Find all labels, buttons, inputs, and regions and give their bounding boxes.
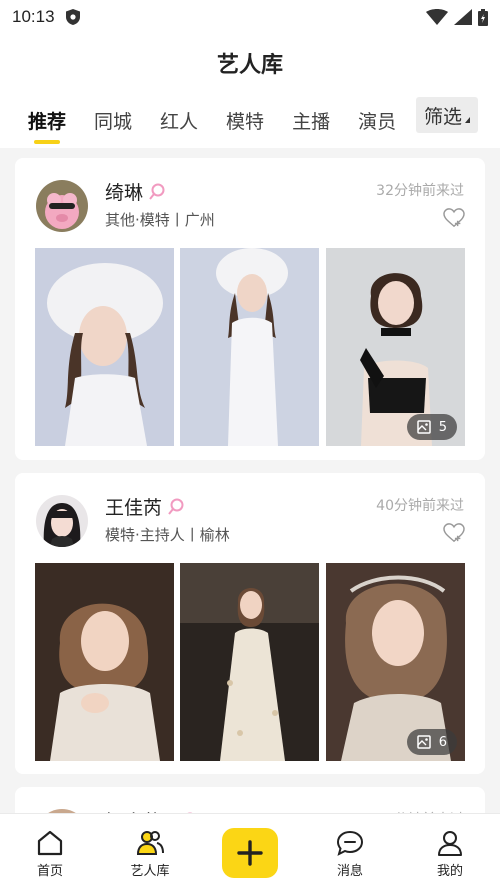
favorite-icon[interactable]: [443, 523, 465, 543]
nav-profile[interactable]: 我的: [410, 814, 490, 888]
artist-name: 绮琳: [105, 182, 144, 204]
last-seen-time: 32分钟前来过: [376, 183, 464, 199]
status-bar: 10:13: [0, 0, 500, 34]
artists-icon: [136, 831, 164, 855]
signal-icon: [454, 9, 472, 25]
female-icon: [149, 183, 165, 200]
photo-count: 6: [438, 734, 447, 750]
tab-influencer[interactable]: 红人: [160, 92, 198, 148]
avatar[interactable]: [36, 495, 88, 547]
page-title: 艺人库: [216, 53, 283, 78]
app-header: 艺人库: [0, 34, 500, 92]
artist-photo[interactable]: 6: [326, 563, 465, 761]
favorite-icon[interactable]: [443, 208, 465, 228]
photo-count-badge: 6: [406, 729, 457, 755]
avatar[interactable]: [36, 180, 88, 232]
status-time: 10:13: [12, 7, 55, 26]
tab-recommended[interactable]: 推荐: [28, 92, 66, 148]
category-tabs: 推荐 同城 红人 模特 主播 演员 筛选: [0, 92, 500, 148]
caret-icon: [465, 117, 470, 123]
artist-photo[interactable]: 5: [326, 248, 465, 446]
nav-artists[interactable]: 艺人库: [110, 814, 190, 888]
gallery-icon: [416, 420, 431, 434]
message-icon: [336, 830, 364, 856]
plus-icon: [237, 840, 263, 866]
filter-button[interactable]: 筛选: [415, 97, 478, 133]
nav-label: 艺人库: [130, 864, 170, 879]
nav-messages[interactable]: 消息: [310, 814, 390, 888]
last-seen-time: 40分钟前来过: [376, 498, 464, 514]
tab-actor[interactable]: 演员: [358, 92, 396, 148]
home-icon: [37, 830, 63, 856]
female-icon: [168, 498, 184, 515]
status-indicators: [426, 8, 488, 26]
photo-count: 5: [438, 419, 447, 435]
artist-tags: 其他·模特丨广州: [105, 211, 215, 229]
artist-card[interactable]: 绮琳 其他·模特丨广州 32分钟前来过 5: [15, 158, 485, 460]
gallery-icon: [416, 735, 431, 749]
tab-streamer[interactable]: 主播: [292, 92, 330, 148]
filter-label: 筛选: [423, 105, 462, 128]
create-button[interactable]: [222, 828, 278, 878]
artist-photo[interactable]: [180, 248, 319, 446]
nav-label: 我的: [436, 864, 463, 879]
artist-photo[interactable]: [35, 248, 174, 446]
artist-photo[interactable]: [180, 563, 319, 761]
artist-photo[interactable]: [35, 563, 174, 761]
artist-tags: 模特·主持人丨榆林: [105, 526, 230, 544]
profile-icon: [438, 831, 462, 856]
nav-label: 消息: [336, 864, 363, 879]
nav-label: 首页: [36, 864, 63, 879]
artist-name: 王佳芮: [105, 497, 163, 519]
tab-model[interactable]: 模特: [226, 92, 264, 148]
shield-icon: [65, 9, 80, 25]
battery-icon: [478, 8, 488, 26]
photo-count-badge: 5: [406, 414, 457, 440]
nav-home[interactable]: 首页: [10, 814, 90, 888]
tab-same-city[interactable]: 同城: [94, 92, 132, 148]
artist-card[interactable]: 王佳芮 模特·主持人丨榆林 40分钟前来过 6: [15, 473, 485, 774]
wifi-icon: [426, 9, 448, 25]
bottom-navigation: 首页 艺人库 消息 我的: [0, 813, 500, 888]
